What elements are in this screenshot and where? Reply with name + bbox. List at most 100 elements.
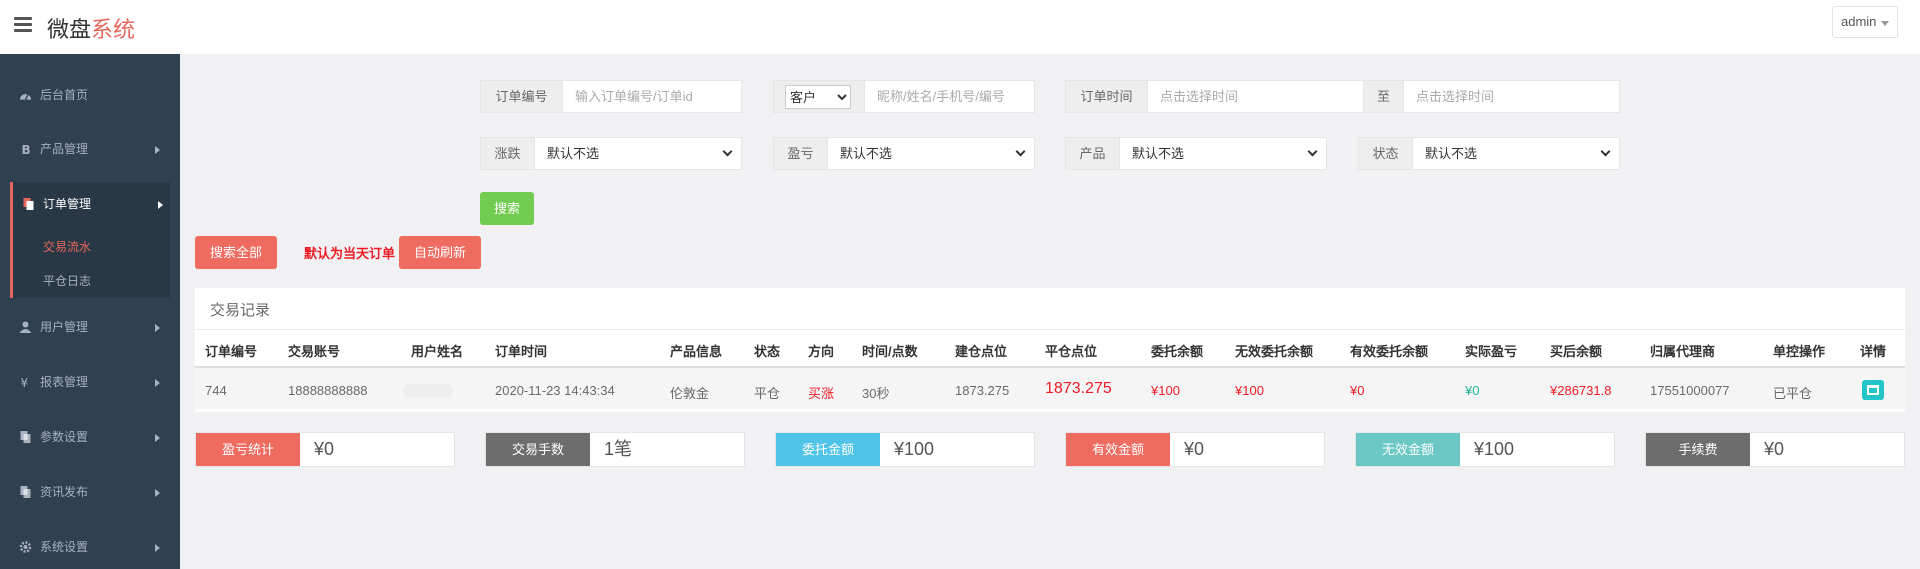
column-header: 建仓点位 [955, 344, 1008, 359]
calendar-icon [1867, 385, 1879, 395]
order-no-field: 订单编号 输入订单编号/订单id [480, 80, 742, 113]
sidebar-subitem-trade-flow[interactable]: 交易流水 [43, 238, 91, 255]
document-icon [20, 486, 31, 498]
customer-select-wrap: 客户 [774, 81, 865, 112]
customer-search-input[interactable]: 昵称/姓名/手机号/编号 [865, 81, 1034, 112]
column-header: 时间/点数 [862, 344, 918, 359]
search-all-button[interactable]: 搜索全部 [195, 236, 277, 269]
sidebar-group-orders: 订单管理 交易流水 平仓日志 [10, 182, 170, 298]
time-range-separator: 至 [1363, 81, 1404, 112]
user-dropdown[interactable]: admin [1832, 6, 1898, 38]
rise-fall-field: 涨跌 默认不选 [480, 137, 742, 170]
user-name: admin [1841, 14, 1877, 29]
cell-status: 平仓 [754, 386, 781, 401]
column-header: 委托余额 [1151, 344, 1204, 359]
column-header: 交易账号 [288, 344, 341, 359]
product-select[interactable]: 默认不选 [1120, 138, 1326, 169]
bitcoin-icon: B [22, 143, 31, 155]
cell-invalid-entrust: ¥100 [1235, 383, 1264, 398]
stat-label: 交易手数 [486, 433, 590, 466]
rise-fall-label: 涨跌 [481, 138, 535, 169]
chevron-right-icon [155, 379, 160, 387]
sidebar-item-label: 系统设置 [40, 540, 89, 554]
chevron-right-icon [155, 324, 160, 332]
order-time-label: 订单时间 [1066, 81, 1148, 112]
stat-value: ¥100 [894, 439, 935, 459]
column-header: 单控操作 [1773, 344, 1826, 359]
chevron-right-icon [155, 146, 160, 154]
brand-main: 微盘 [47, 17, 92, 42]
stat-value: ¥0 [1184, 439, 1205, 459]
sidebar-item-reports[interactable]: ¥ 报表管理 [0, 364, 180, 400]
rise-fall-select[interactable]: 默认不选 [535, 138, 741, 169]
panel-title: 交易记录 [210, 302, 271, 319]
stat-label: 盈亏统计 [196, 433, 300, 466]
brand-accent: 系统 [91, 17, 136, 42]
gear-icon [19, 541, 32, 553]
cell-user-name-redacted [403, 384, 453, 398]
column-header: 买后余额 [1550, 344, 1603, 359]
sidebar-item-label: 报表管理 [40, 375, 89, 389]
sidebar-item-label: 用户管理 [40, 320, 89, 334]
cell-product: 伦敦金 [670, 386, 710, 401]
order-no-input[interactable]: 输入订单编号/订单id [563, 81, 741, 112]
cell-order-time: 2020-11-23 14:43:34 [495, 383, 615, 398]
cell-account: 18888888888 [288, 383, 368, 398]
customer-type-select[interactable]: 客户 [785, 85, 851, 109]
search-button[interactable]: 搜索 [480, 192, 534, 225]
sidebar-item-news[interactable]: 资讯发布 [0, 474, 180, 510]
sidebar-item-products[interactable]: B 产品管理 [0, 131, 180, 167]
stat-entrust-amount: 委托金额 ¥100 [775, 432, 1035, 467]
profit-loss-select[interactable]: 默认不选 [828, 138, 1034, 169]
cell-direction: 买涨 [808, 386, 835, 401]
chevron-right-icon [155, 544, 160, 552]
trade-record-panel: 交易记录 订单编号 交易账号 用户姓名 订单时间 产品信息 状态 方向 时间/点… [195, 288, 1905, 412]
time-start-input[interactable]: 点击选择时间 [1148, 81, 1363, 112]
chevron-right-icon [158, 201, 163, 209]
column-header: 方向 [808, 344, 835, 359]
stat-label: 手续费 [1646, 433, 1750, 466]
sidebar-item-params[interactable]: 参数设置 [0, 419, 180, 455]
stat-label: 有效金额 [1066, 433, 1170, 466]
sidebar-subitem-close-log[interactable]: 平仓日志 [43, 272, 91, 289]
auto-refresh-button[interactable]: 自动刷新 [399, 236, 481, 269]
cell-agent: 17551000077 [1650, 383, 1730, 398]
stat-value: ¥0 [314, 439, 335, 459]
cell-actual-pnl: ¥0 [1465, 383, 1480, 398]
stat-value: ¥0 [1764, 439, 1785, 459]
product-field: 产品 默认不选 [1065, 137, 1327, 170]
cell-open-price: 1873.275 [955, 383, 1010, 398]
chevron-right-icon [155, 489, 160, 497]
stat-fee: 手续费 ¥0 [1645, 432, 1905, 467]
order-no-label: 订单编号 [481, 81, 563, 112]
sidebar-item-label: 后台首页 [40, 88, 89, 102]
stat-trade-count: 交易手数 1笔 [485, 432, 745, 467]
column-header: 订单时间 [495, 344, 548, 359]
cell-control: 已平仓 [1773, 386, 1813, 401]
yen-icon: ¥ [21, 376, 29, 388]
sidebar-item-system[interactable]: 系统设置 [0, 529, 180, 565]
cell-duration: 30秒 [862, 386, 890, 401]
column-header: 详情 [1860, 344, 1887, 359]
status-select[interactable]: 默认不选 [1413, 138, 1619, 169]
customer-field: 客户 昵称/姓名/手机号/编号 [773, 80, 1035, 113]
detail-button[interactable] [1862, 380, 1884, 400]
sidebar-item-label: 资讯发布 [40, 485, 89, 499]
stat-label: 无效金额 [1356, 433, 1460, 466]
column-header: 有效委托余额 [1350, 344, 1429, 359]
sidebar-item-users[interactable]: 用户管理 [0, 309, 180, 345]
time-end-input[interactable]: 点击选择时间 [1404, 81, 1619, 112]
sidebar-item-orders[interactable]: 订单管理 [3, 186, 183, 222]
menu-icon[interactable] [14, 17, 32, 33]
cell-balance-after: ¥286731.8 [1550, 383, 1612, 398]
sidebar-item-home[interactable]: 后台首页 [0, 77, 180, 113]
stat-invalid-amount: 无效金额 ¥100 [1355, 432, 1615, 467]
stat-profit-loss: 盈亏统计 ¥0 [195, 432, 455, 467]
column-header: 无效委托余额 [1235, 344, 1314, 359]
column-header: 产品信息 [670, 344, 723, 359]
stat-value: ¥100 [1474, 439, 1515, 459]
sidebar: 后台首页 B 产品管理 订单管理 交易流水 平仓日志 用户管理 ¥ 报表管理 参… [0, 54, 180, 569]
top-bar: 微盘系统 admin [0, 0, 1920, 54]
caret-down-icon [1881, 21, 1889, 26]
document-icon [23, 198, 34, 210]
